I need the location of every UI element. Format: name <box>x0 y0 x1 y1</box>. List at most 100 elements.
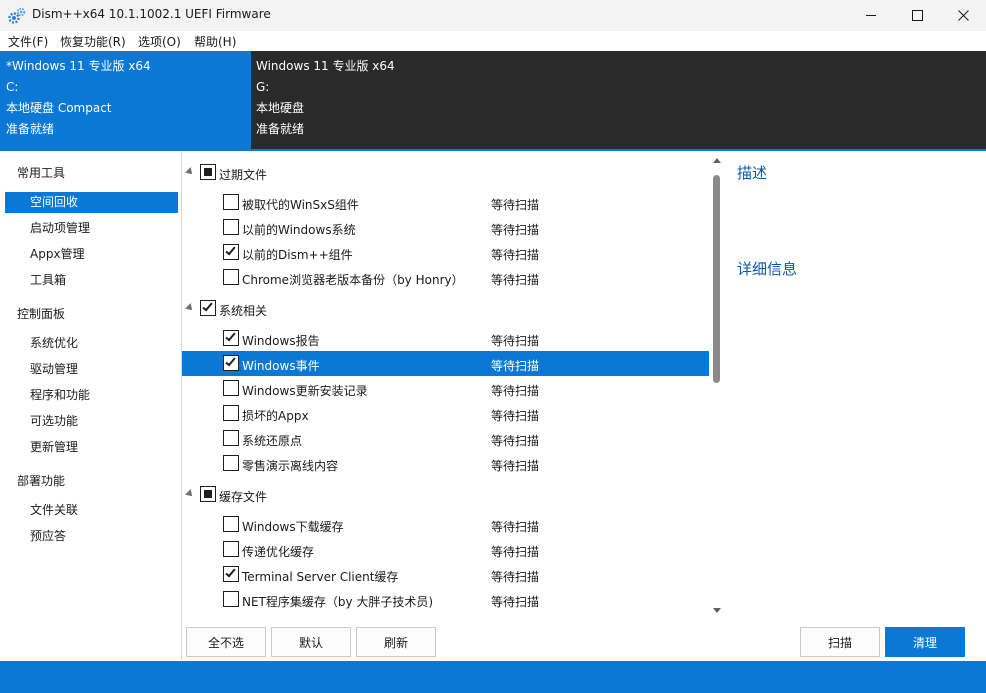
sidebar-item-optimize[interactable]: 系统优化 <box>5 333 178 354</box>
sidebar-item-space-reclaim[interactable]: 空间回收 <box>5 192 178 213</box>
list-item[interactable]: 被取代的WinSxS组件 等待扫描 <box>182 190 709 215</box>
list-item[interactable]: NET程序集缓存（by 大胖子技术员) 等待扫描 <box>182 587 709 612</box>
item-label: 以前的Windows系统 <box>242 223 356 237</box>
checkbox-partial[interactable] <box>200 164 216 180</box>
scroll-down-icon[interactable] <box>713 608 721 613</box>
list-item[interactable]: Chrome浏览器老版本备份（by Honry） 等待扫描 <box>182 265 709 290</box>
item-status: 等待扫描 <box>491 223 540 237</box>
refresh-button[interactable]: 刷新 <box>356 627 436 657</box>
sidebar-item-updates[interactable]: 更新管理 <box>5 437 178 458</box>
checkbox[interactable] <box>223 591 239 607</box>
minimize-icon <box>865 15 876 16</box>
item-status: 等待扫描 <box>491 520 540 534</box>
minimize-button[interactable] <box>848 0 894 31</box>
checkbox[interactable] <box>223 405 239 421</box>
checkbox-partial[interactable] <box>200 486 216 502</box>
item-status: 等待扫描 <box>491 273 540 287</box>
sidebar-item-drivers[interactable]: 驱动管理 <box>5 359 178 380</box>
sidebar-item-toolbox[interactable]: 工具箱 <box>5 270 178 291</box>
maximize-button[interactable] <box>894 0 940 31</box>
item-label: Windows下载缓存 <box>242 520 344 534</box>
list-item[interactable]: 系统还原点 等待扫描 <box>182 426 709 451</box>
item-status: 等待扫描 <box>491 248 540 262</box>
session-os: *Windows 11 专业版 x64 <box>6 59 151 73</box>
list-item[interactable]: Terminal Server Client缓存 等待扫描 <box>182 562 709 587</box>
sidebar-group-deploy: 部署功能 <box>17 474 66 488</box>
sidebar: 常用工具 空间回收 启动项管理 Appx管理 工具箱 控制面板 系统优化 驱动管… <box>3 152 181 660</box>
sidebar-item-file-assoc[interactable]: 文件关联 <box>5 500 178 521</box>
checkbox[interactable] <box>223 219 239 235</box>
list-item[interactable]: 零售演示离线内容 等待扫描 <box>182 451 709 476</box>
list-item[interactable]: 以前的Windows系统 等待扫描 <box>182 215 709 240</box>
deselect-all-button[interactable]: 全不选 <box>186 627 266 657</box>
expander-icon[interactable] <box>185 167 195 177</box>
menu-options[interactable]: 选项(O) <box>138 33 181 50</box>
sidebar-item-appx[interactable]: Appx管理 <box>5 244 178 265</box>
item-status: 等待扫描 <box>491 570 540 584</box>
sidebar-item-unattend[interactable]: 预应答 <box>5 526 178 547</box>
group-row-cache[interactable]: 缓存文件 <box>182 482 709 507</box>
item-status: 等待扫描 <box>491 198 540 212</box>
checkbox-checked[interactable] <box>200 300 216 316</box>
scroll-thumb[interactable] <box>713 175 720 383</box>
item-label: 被取代的WinSxS组件 <box>242 198 359 212</box>
checkbox[interactable] <box>223 455 239 471</box>
checkbox-checked[interactable] <box>223 244 239 260</box>
group-label: 系统相关 <box>219 304 268 318</box>
item-label: 传递优化缓存 <box>242 545 315 559</box>
list-item[interactable]: Windows报告 等待扫描 <box>182 326 709 351</box>
list-scrollbar[interactable] <box>710 155 724 617</box>
list-item-selected[interactable]: Windows事件 等待扫描 <box>182 351 709 376</box>
session-disk: 本地硬盘 Compact <box>6 101 112 115</box>
group-label: 缓存文件 <box>219 490 268 504</box>
checkbox-checked[interactable] <box>223 330 239 346</box>
details-heading: 详细信息 <box>737 260 798 278</box>
item-label: Windows事件 <box>242 359 320 373</box>
list-item[interactable]: 损坏的Appx 等待扫描 <box>182 401 709 426</box>
item-label: NET程序集缓存（by 大胖子技术员) <box>242 595 434 609</box>
checkbox[interactable] <box>223 269 239 285</box>
window-title: Dism++x64 10.1.1002.1 UEFI Firmware <box>32 7 271 21</box>
checkbox[interactable] <box>223 194 239 210</box>
clean-button[interactable]: 清理 <box>885 627 965 657</box>
checkbox[interactable] <box>223 380 239 396</box>
item-status: 等待扫描 <box>491 384 540 398</box>
group-row-system[interactable]: 系统相关 <box>182 296 709 321</box>
item-label: Terminal Server Client缓存 <box>242 570 399 584</box>
item-status: 等待扫描 <box>491 595 540 609</box>
list-item[interactable]: 传递优化缓存 等待扫描 <box>182 537 709 562</box>
item-status: 等待扫描 <box>491 459 540 473</box>
item-label: Chrome浏览器老版本备份（by Honry） <box>242 273 464 287</box>
session-disk: 本地硬盘 <box>256 101 305 115</box>
description-heading: 描述 <box>737 164 768 182</box>
expander-icon[interactable] <box>185 303 195 313</box>
list-item[interactable]: Windows下载缓存 等待扫描 <box>182 512 709 537</box>
list-item[interactable]: 以前的Dism++组件 等待扫描 <box>182 240 709 265</box>
menu-help[interactable]: 帮助(H) <box>194 33 236 50</box>
checkbox[interactable] <box>223 430 239 446</box>
expander-icon[interactable] <box>185 489 195 499</box>
checkbox-checked[interactable] <box>223 566 239 582</box>
gear-icon <box>8 7 26 24</box>
title-bar: Dism++x64 10.1.1002.1 UEFI Firmware <box>0 0 986 31</box>
status-bar <box>0 661 986 693</box>
list-item[interactable]: Windows更新安装记录 等待扫描 <box>182 376 709 401</box>
close-button[interactable] <box>940 0 986 31</box>
menu-file[interactable]: 文件(F) <box>8 33 48 50</box>
session-card-c[interactable]: *Windows 11 专业版 x64 C: 本地硬盘 Compact 准备就绪 <box>0 51 251 149</box>
sidebar-item-programs[interactable]: 程序和功能 <box>5 385 178 406</box>
sidebar-item-startup[interactable]: 启动项管理 <box>5 218 178 239</box>
scan-button[interactable]: 扫描 <box>800 627 880 657</box>
session-drive: G: <box>256 80 270 94</box>
sidebar-group-common-tools: 常用工具 <box>17 166 66 180</box>
menu-restore[interactable]: 恢复功能(R) <box>60 33 126 50</box>
checkbox[interactable] <box>223 516 239 532</box>
session-card-g[interactable]: Windows 11 专业版 x64 G: 本地硬盘 准备就绪 <box>251 51 986 149</box>
sidebar-item-optional-features[interactable]: 可选功能 <box>5 411 178 432</box>
checkbox-checked[interactable] <box>223 355 239 371</box>
session-os: Windows 11 专业版 x64 <box>256 59 395 73</box>
scroll-up-icon[interactable] <box>713 158 721 163</box>
default-button[interactable]: 默认 <box>271 627 351 657</box>
checkbox[interactable] <box>223 541 239 557</box>
group-row-expired[interactable]: 过期文件 <box>182 160 709 185</box>
